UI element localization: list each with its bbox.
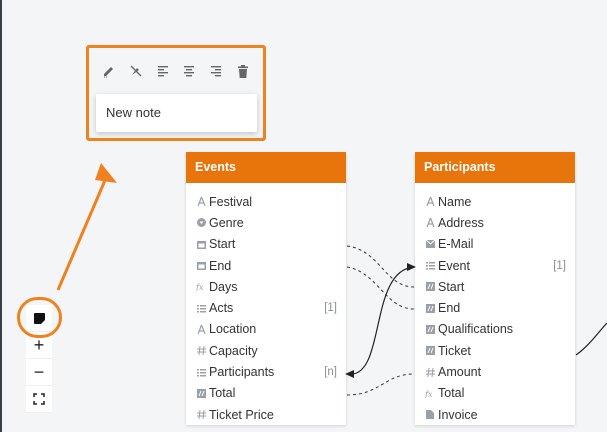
lookup-field-icon: [196, 388, 206, 398]
field-label: Days: [209, 279, 238, 294]
field-row-start[interactable]: Start: [186, 234, 346, 255]
sticky-note[interactable]: New note: [96, 94, 257, 132]
field-label: Total: [438, 386, 465, 401]
relation-event-participants: [351, 266, 415, 375]
control-highlight-circle: [17, 297, 62, 338]
field-label: Qualifications: [438, 322, 514, 337]
field-row-address[interactable]: Address: [415, 212, 575, 233]
color-off-icon[interactable]: [127, 62, 145, 80]
align-right-icon[interactable]: [207, 62, 225, 80]
number-field-icon: [196, 410, 206, 420]
number-field-icon: [196, 346, 206, 356]
zoom-out-button[interactable]: −: [26, 359, 52, 386]
align-left-icon[interactable]: [154, 62, 172, 80]
lookup-field-icon: [425, 282, 435, 292]
field-label: Acts: [209, 301, 234, 316]
field-label: Location: [209, 322, 257, 337]
field-label: Address: [438, 215, 484, 230]
field-label: Amount: [438, 365, 482, 380]
connector-start: [346, 245, 415, 288]
note-toolbar: [96, 57, 256, 85]
email-field-icon: [425, 239, 435, 249]
field-label: Ticket: [438, 343, 471, 358]
field-row-capacity[interactable]: Capacity: [186, 340, 346, 361]
text-field-icon: [425, 218, 435, 228]
field-row-ticket-price[interactable]: Ticket Price: [186, 404, 346, 425]
lookup-field-icon: [425, 324, 435, 334]
align-center-icon[interactable]: [180, 62, 198, 80]
text-field-icon: [196, 197, 206, 207]
table-title[interactable]: Events: [186, 152, 346, 183]
annotation-arrow: [56, 163, 117, 291]
field-label: Genre: [209, 215, 244, 230]
field-label: End: [438, 301, 461, 316]
field-cardinality: [1]: [324, 302, 337, 315]
field-row-ticket[interactable]: Ticket: [415, 340, 575, 361]
field-row-festival[interactable]: Festival: [186, 191, 346, 212]
field-row-days[interactable]: fx Days: [186, 276, 346, 297]
text-field-icon: [425, 197, 435, 207]
field-row-total[interactable]: Total: [186, 383, 346, 404]
date-field-icon: [196, 239, 206, 249]
field-label: E-Mail: [438, 237, 474, 252]
field-row-participants[interactable]: Participants [n]: [186, 361, 346, 382]
field-row-invoice[interactable]: Invoice: [415, 404, 575, 425]
link-field-icon: [425, 261, 435, 271]
text-field-icon: [196, 324, 206, 334]
fit-screen-icon: [33, 393, 45, 405]
field-row-end[interactable]: End: [415, 297, 575, 318]
connector-offscreen: [575, 322, 607, 356]
field-label: Total: [209, 386, 236, 401]
date-field-icon: [196, 261, 206, 271]
zoom-out-icon: −: [33, 361, 45, 382]
field-label: End: [209, 258, 232, 273]
connector-total: [346, 373, 415, 396]
field-label: Participants: [209, 365, 275, 380]
field-row-e-mail[interactable]: E-Mail: [415, 234, 575, 255]
field-row-acts[interactable]: Acts [1]: [186, 297, 346, 318]
field-row-genre[interactable]: Genre: [186, 212, 346, 233]
link-field-icon: [196, 303, 206, 313]
select-field-icon: [196, 218, 206, 228]
relation-arrowhead-participants: [345, 370, 354, 378]
field-label: Event: [438, 258, 470, 273]
file-field-icon: [425, 410, 435, 420]
field-row-qualifications[interactable]: Qualifications: [415, 319, 575, 340]
field-label: Name: [438, 194, 472, 209]
connector-end: [346, 266, 415, 310]
fit-screen-button[interactable]: [26, 386, 52, 413]
field-list: Festival Genre Start End fx Days Acts [1] Locati…: [186, 183, 346, 425]
field-label: Start: [438, 279, 465, 294]
trash-icon[interactable]: [234, 62, 252, 80]
edit-icon[interactable]: [100, 62, 118, 80]
table-participants[interactable]: Participants Name Address E-Mail Event [1] St…: [415, 152, 575, 426]
note-text[interactable]: New note: [106, 105, 161, 120]
table-events[interactable]: Events Festival Genre Start End fx Days Acts [1…: [186, 152, 346, 426]
field-list: Name Address E-Mail Event [1] Start End Qualifi…: [415, 183, 575, 425]
field-row-location[interactable]: Location: [186, 319, 346, 340]
field-label: Start: [209, 237, 236, 252]
field-row-amount[interactable]: Amount: [415, 361, 575, 382]
link-field-icon: [196, 367, 206, 377]
field-row-name[interactable]: Name: [415, 191, 575, 212]
lookup-field-icon: [425, 346, 435, 356]
formula-field-icon: fx: [196, 282, 206, 292]
svg-text:fx: fx: [196, 283, 204, 291]
field-label: Invoice: [438, 407, 478, 422]
svg-text:fx: fx: [425, 390, 433, 398]
field-label: Festival: [209, 194, 253, 209]
field-row-end[interactable]: End: [186, 255, 346, 276]
table-title[interactable]: Participants: [415, 152, 575, 183]
field-label: Capacity: [209, 343, 258, 358]
formula-field-icon: fx: [425, 388, 435, 398]
lookup-field-icon: [425, 303, 435, 313]
field-row-event[interactable]: Event [1]: [415, 255, 575, 276]
field-row-total[interactable]: fx Total: [415, 383, 575, 404]
field-cardinality: [n]: [324, 366, 337, 379]
number-field-icon: [425, 367, 435, 377]
field-label: Ticket Price: [209, 407, 274, 422]
field-cardinality: [1]: [553, 259, 566, 272]
field-row-start[interactable]: Start: [415, 276, 575, 297]
canvas-left-border: [0, 0, 2, 432]
